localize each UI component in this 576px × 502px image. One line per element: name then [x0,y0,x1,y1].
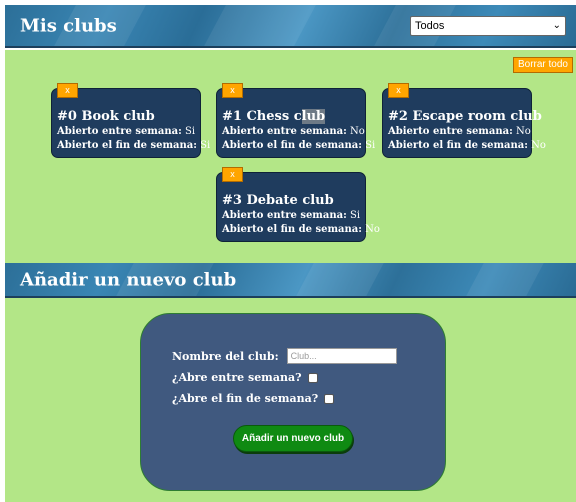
club-card: x #0 Book club Abierto entre semana: Si … [51,83,211,158]
club-weekend-status: Abierto el fin de semana: Si [222,140,376,151]
text-selection-highlight: lub [301,109,326,124]
remove-club-button[interactable]: x [222,167,243,182]
club-name-label: Nombre del club: [172,349,279,363]
page-title: Mis clubs [20,15,117,36]
add-club-button[interactable]: Añadir un nuevo club [233,425,353,452]
delete-all-button[interactable]: Borrar todo [512,57,573,73]
remove-club-button[interactable]: x [57,83,78,98]
remove-club-button[interactable]: x [222,83,243,98]
club-filter-select[interactable]: Todos ⌄ [410,16,566,36]
weekend-checkbox[interactable] [324,393,335,404]
weekend-label: ¿Abre el fin de semana? [172,392,319,405]
club-weekday-status: Abierto entre semana: Si [57,126,196,137]
club-title: #2 Escape room club [388,109,542,124]
banner-decoration [204,5,316,46]
club-weekend-status: Abierto el fin de semana: No [222,224,380,235]
club-name-input[interactable]: Club... [286,348,397,364]
club-card: x #1 Chess club Abierto entre semana: No… [216,83,376,158]
banner-decoration [466,263,544,296]
club-weekend-status: Abierto el fin de semana: Si [57,140,211,151]
weekday-label: ¿Abre entre semana? [172,371,302,384]
club-card: x #3 Debate club Abierto entre semana: S… [216,167,380,242]
weekend-row: ¿Abre el fin de semana? [172,392,335,405]
remove-club-button[interactable]: x [388,83,409,98]
chevron-down-icon: ⌄ [552,20,561,31]
add-section-banner: Añadir un nuevo club [5,263,576,298]
club-weekday-status: Abierto entre semana: Si [222,210,361,221]
club-card: x #2 Escape room club Abierto entre sema… [382,83,546,158]
club-weekday-status: Abierto entre semana: No [388,126,531,137]
club-title: #1 Chess club [222,109,326,124]
banner-decoration [296,263,384,296]
clubs-panel: Borrar todo x #0 Book club Abierto entre… [5,50,576,263]
weekday-row: ¿Abre entre semana? [172,371,318,384]
add-section-title: Añadir un nuevo club [20,269,237,290]
weekday-checkbox[interactable] [307,372,318,383]
club-weekend-status: Abierto el fin de semana: No [388,140,546,151]
club-weekday-status: Abierto entre semana: No [222,126,365,137]
club-filter-value: Todos [415,20,445,32]
add-club-form: Nombre del club: Club... ¿Abre entre sem… [140,313,446,491]
header-banner: Mis clubs Todos ⌄ [5,5,576,48]
club-title: #3 Debate club [222,193,334,208]
club-title: #0 Book club [57,109,155,124]
club-name-row: Nombre del club: Club... [172,348,397,364]
